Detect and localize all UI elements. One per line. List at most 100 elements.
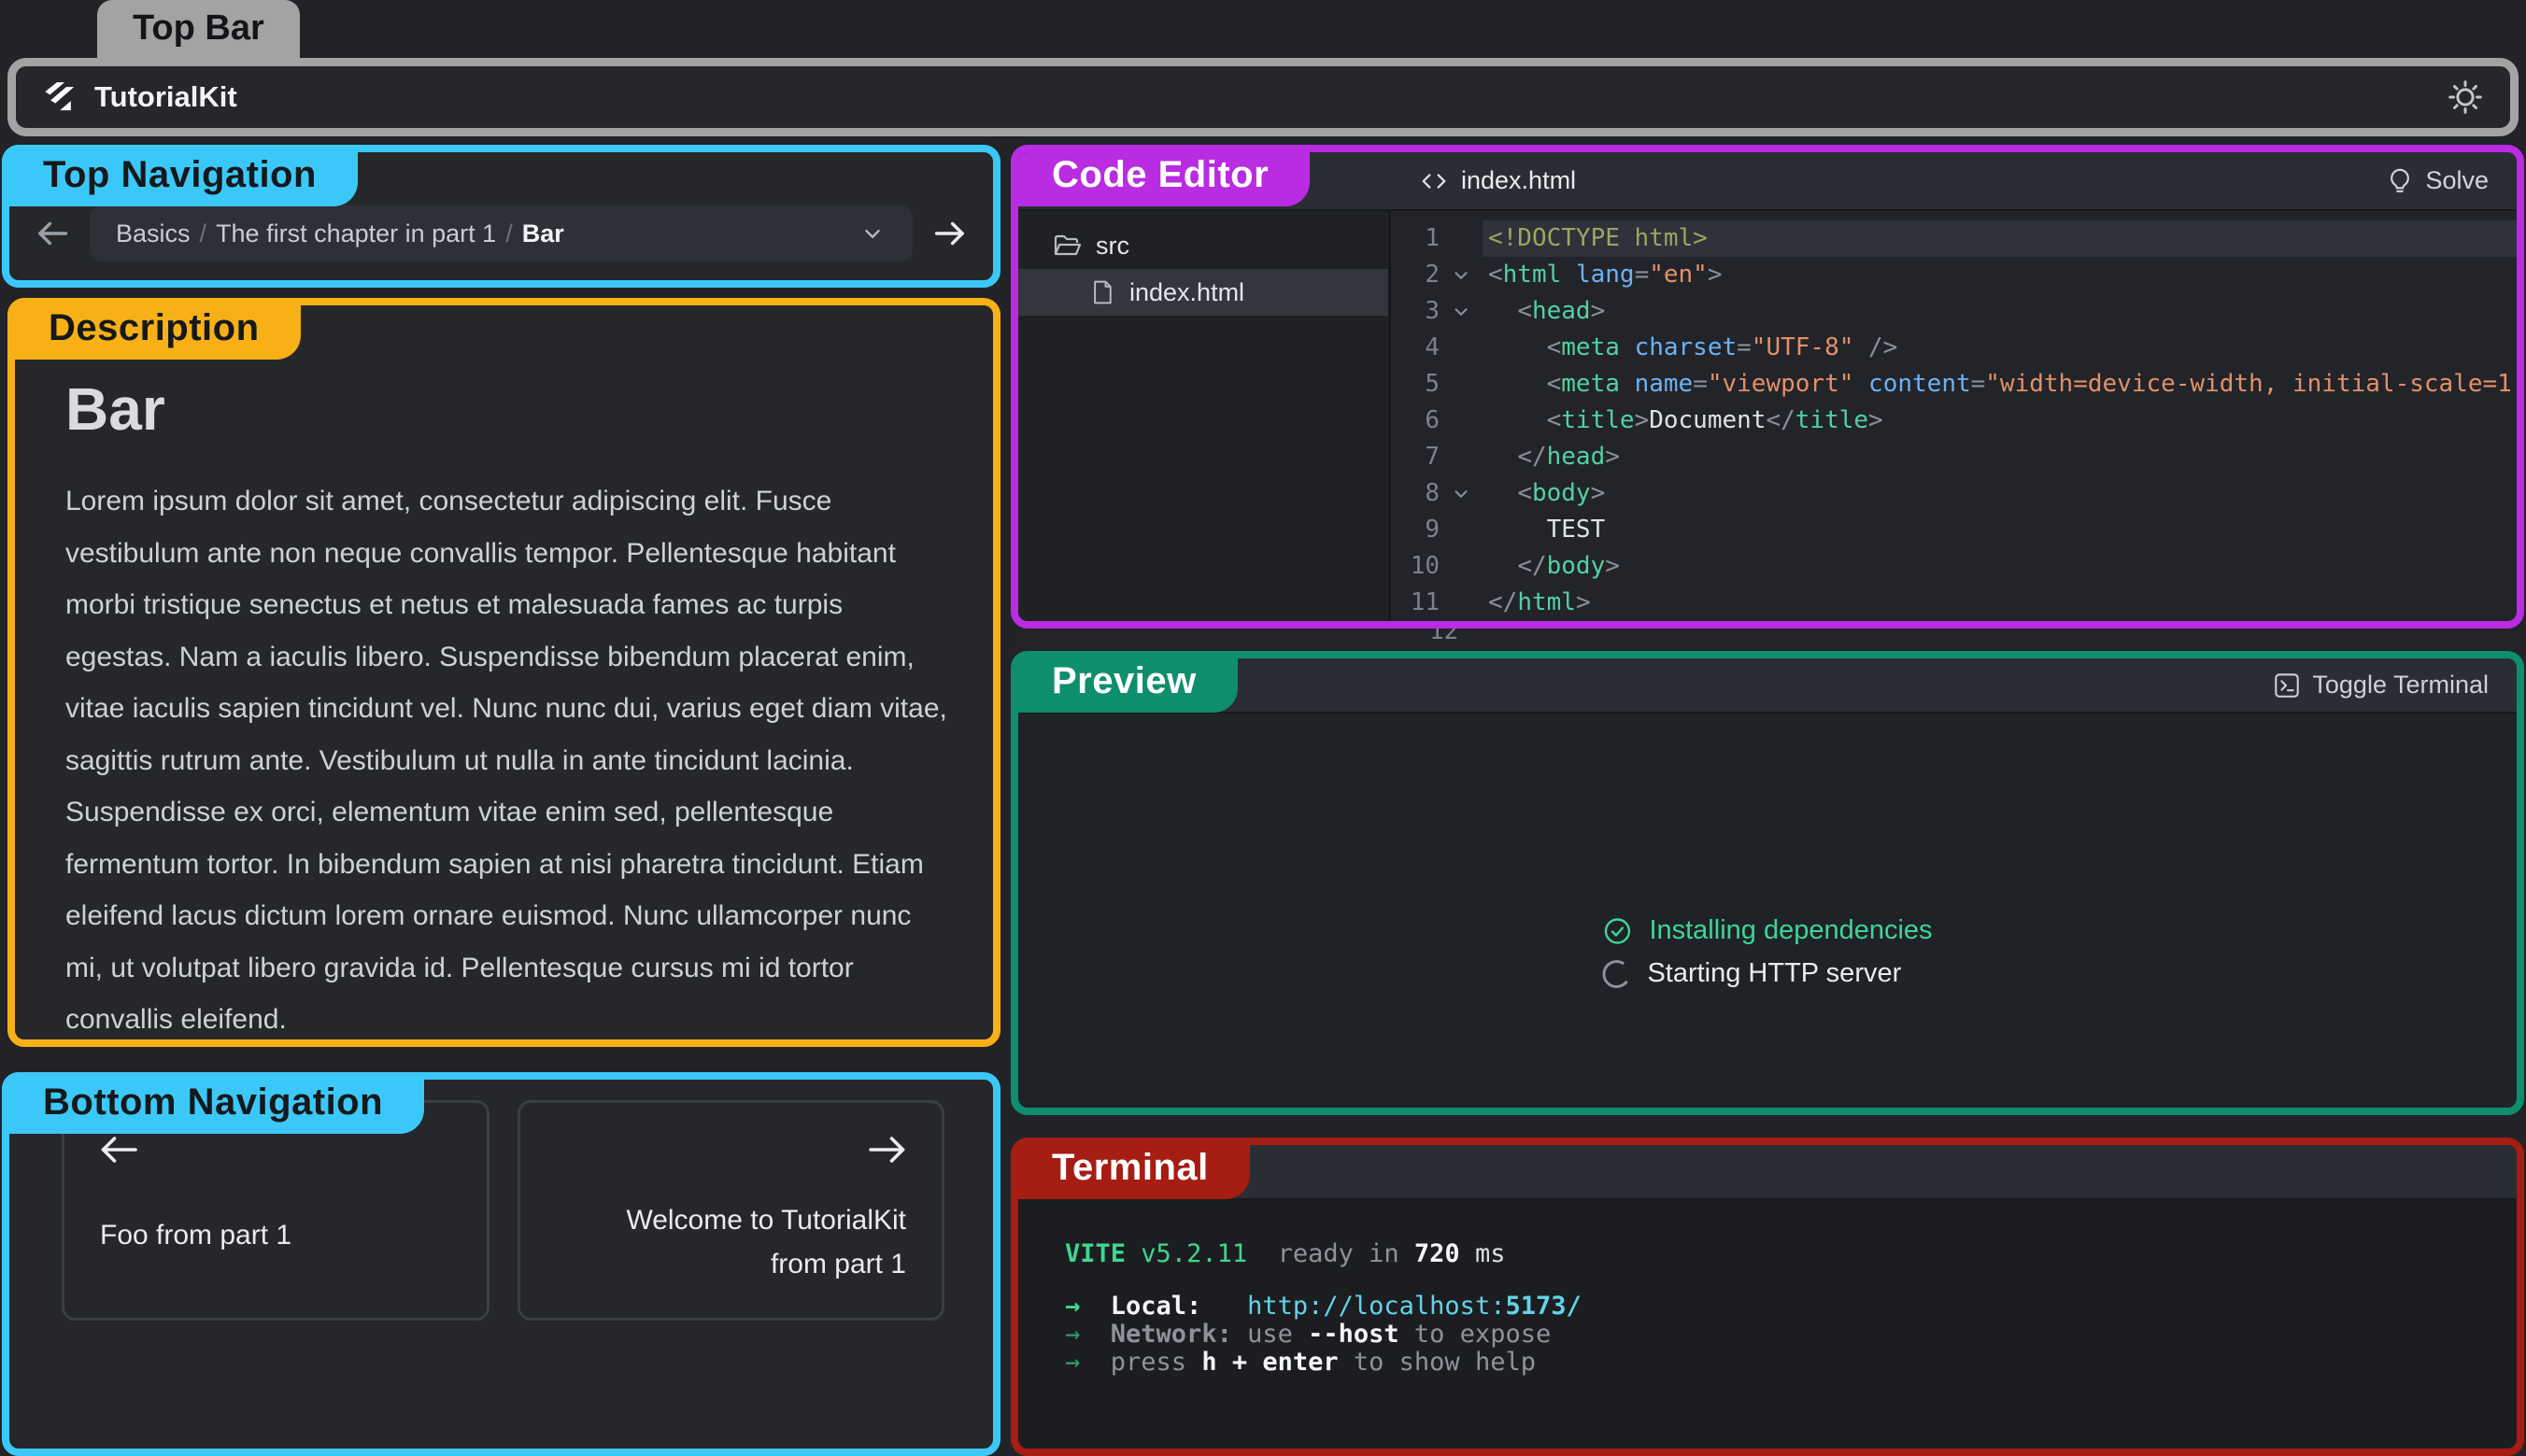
next-lesson-card[interactable]: Welcome to TutorialKit from part 1 [518,1100,945,1321]
fold-chevron-icon[interactable] [1440,475,1483,512]
annotation-preview: Preview [1011,651,1238,713]
code-text: <meta charset="UTF-8" /> [1483,330,2517,366]
code-line: 8 <body> [1391,475,2517,512]
code-line: 5 <meta name="viewport" content="width=d… [1391,366,2517,403]
code-brackets-icon [1420,167,1448,195]
code-line: 7 </head> [1391,439,2517,475]
fold-chevron-icon[interactable] [1440,293,1483,330]
line-number: 8 [1391,475,1440,512]
code-line: 6 <title>Document</title> [1391,403,2517,439]
lesson-title: Bar [65,375,993,444]
line-number: 5 [1391,366,1440,403]
theme-toggle-sun-icon[interactable] [2447,78,2484,116]
breadcrumb-select[interactable]: Basics/The first chapter in part 1/Bar [90,205,913,262]
terminal-line: → Network: use --host to expose [1065,1320,2517,1348]
file-tree-file-index-html[interactable]: index.html [1018,269,1388,316]
fold-spacer [1440,403,1483,439]
line-number: 7 [1391,439,1440,475]
prev-lesson-label: Foo from part 1 [100,1213,291,1257]
preview-header: Toggle Terminal [1018,658,2517,714]
code-text: <html lang="en"> [1483,257,2517,293]
fold-spacer [1440,220,1483,257]
tab-index-html[interactable]: index.html [1420,166,1576,195]
preview-content: Installing dependencies Starting HTTP ser… [1018,714,2517,1108]
code-line: 3 <head> [1391,293,2517,330]
region-description: Description Bar Lorem ipsum dolor sit am… [7,298,1000,1047]
terminal-line: → press h + enter to show help [1065,1348,2517,1376]
terminal-line: VITE v5.2.11 ready in 720 ms [1065,1239,2517,1267]
file-name: index.html [1129,278,1244,307]
annotation-top-navigation: Top Navigation [2,145,358,206]
lesson-body-text: Lorem ipsum dolor sit amet, consectetur … [65,475,955,1046]
file-tree: src index.html [1018,211,1391,621]
status-label: Installing dependencies [1649,915,1932,946]
fold-chevron-icon[interactable] [1440,257,1483,293]
code-text: <title>Document</title> [1483,403,2517,439]
folder-name: src [1096,232,1129,261]
line-number: 2 [1391,257,1440,293]
chevron-down-icon [859,219,887,247]
terminal-line [1065,1267,2517,1292]
code-text: <meta name="viewport" content="width=dev… [1483,366,2517,403]
breadcrumb-back-arrow-icon[interactable] [26,214,78,253]
lightbulb-icon [2386,167,2414,195]
annotation-code-editor: Code Editor [1011,145,1310,206]
line-number: 3 [1391,293,1440,330]
file-tree-folder-src[interactable]: src [1018,222,1388,269]
code-text: <head> [1483,293,2517,330]
status-row: Starting HTTP server [1602,958,1932,989]
terminal-output[interactable]: VITE v5.2.11 ready in 720 ms → Local: ht… [1018,1200,2517,1449]
status-label: Starting HTTP server [1647,958,1901,989]
line-number: 4 [1391,330,1440,366]
arrow-right-icon [865,1127,910,1172]
fold-spacer [1440,512,1483,548]
tab-label: index.html [1461,166,1576,195]
annotation-terminal: Terminal [1011,1138,1250,1199]
solve-button[interactable]: Solve [2386,166,2489,195]
code-line: 9 TEST [1391,512,2517,548]
fold-spacer [1440,585,1483,621]
line-number: 9 [1391,512,1440,548]
check-circle-icon [1602,916,1632,946]
fold-spacer [1440,548,1483,585]
region-terminal: Terminal VITE v5.2.11 ready in 720 ms → … [1011,1138,2524,1456]
annotation-bottom-navigation: Bottom Navigation [2,1072,424,1134]
code-text: </body> [1483,548,2517,585]
code-line: 11</html> [1391,585,2517,621]
fold-spacer [1440,366,1483,403]
breadcrumb-forward-arrow-icon[interactable] [924,214,976,253]
code-line: 4 <meta charset="UTF-8" /> [1391,330,2517,366]
top-bar: TutorialKit [7,58,2519,136]
annotation-top-bar: Top Bar [97,0,300,60]
annotation-description: Description [7,298,301,360]
code-text: </html> [1483,585,2517,621]
terminal-window-icon [2273,671,2301,700]
region-bottom-navigation: Bottom Navigation Foo from part 1 Welcom… [2,1072,1000,1456]
spinner-icon [1600,957,1633,990]
folder-open-icon [1052,231,1082,261]
boot-status-list: Installing dependencies Starting HTTP ser… [1602,915,1932,989]
code-line: 2 <html lang="en"> [1391,257,2517,293]
line-number: 1 [1391,220,1440,257]
code-line: 10 </body> [1391,548,2517,585]
status-row: Installing dependencies [1602,915,1932,946]
toggle-terminal-button[interactable]: Toggle Terminal [2273,671,2489,700]
brand-title: TutorialKit [94,80,237,114]
solve-label: Solve [2425,166,2489,195]
code-text: <!DOCTYPE html> [1483,220,2517,257]
line-number: 10 [1391,548,1440,585]
code-line: 1 <!DOCTYPE html> [1391,220,2517,257]
file-icon [1089,279,1115,305]
editor-clipped-strip: 12 [1018,629,2517,651]
fold-spacer [1440,439,1483,475]
next-lesson-label: Welcome to TutorialKit from part 1 [589,1198,906,1286]
arrow-left-icon [96,1127,141,1172]
clipped-line-number: 12 [1429,629,2517,645]
code-text: <body> [1483,475,2517,512]
code-text: TEST [1483,512,2517,548]
breadcrumb: Basics/The first chapter in part 1/Bar [116,219,564,248]
region-top-navigation: Top Navigation Basics/The first chapter … [2,145,1000,288]
region-preview: Preview Toggle Terminal Installing depen… [1011,651,2524,1115]
fold-spacer [1440,330,1483,366]
code-lines[interactable]: 1<!DOCTYPE html>2<html lang="en">3 <head… [1391,211,2517,621]
